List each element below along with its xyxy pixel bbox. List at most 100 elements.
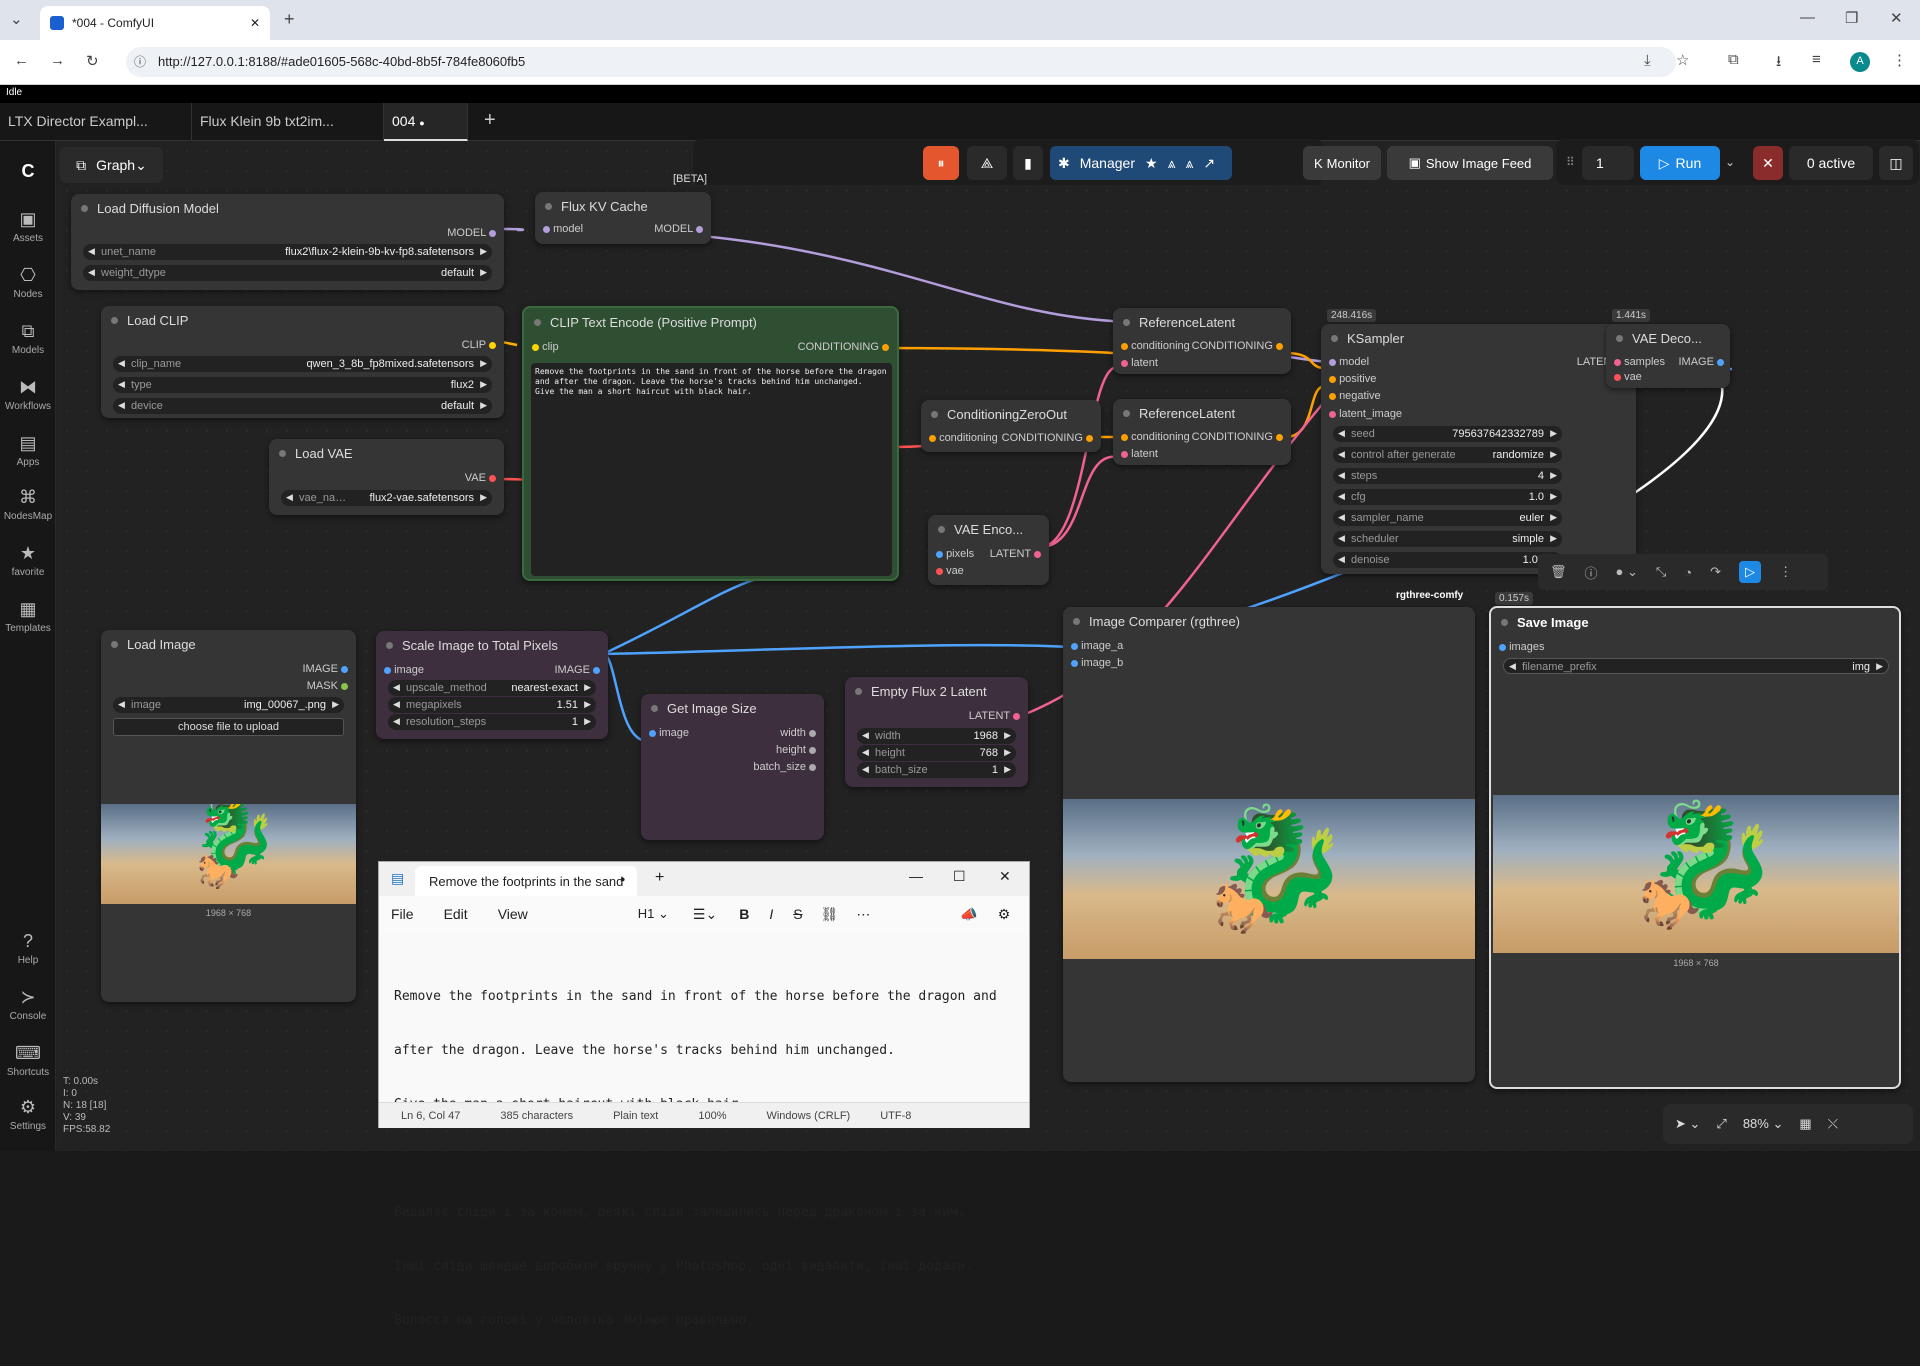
- input-latent-image[interactable]: latent_image: [1329, 408, 1402, 420]
- back-icon[interactable]: ←: [14, 52, 29, 69]
- output-image[interactable]: IMAGE: [1678, 356, 1724, 368]
- settings-gear-icon[interactable]: ⚙: [998, 906, 1011, 923]
- drag-handle-icon[interactable]: ⠿: [1566, 155, 1575, 169]
- widget-device[interactable]: device default: [113, 398, 492, 414]
- pause-button[interactable]: ⏸: [923, 146, 959, 180]
- menu-file[interactable]: File: [391, 906, 414, 922]
- output-conditioning[interactable]: CONDITIONING: [798, 341, 889, 353]
- italic-icon[interactable]: I: [769, 906, 773, 922]
- widget-seed[interactable]: seed 795637642332789: [1333, 426, 1562, 442]
- fit-view-icon[interactable]: ⤢: [1716, 1116, 1726, 1132]
- bookmark-button[interactable]: ▮: [1013, 146, 1043, 180]
- node-flux-kv-cache[interactable]: Flux KV Cache model MODEL: [535, 192, 711, 244]
- tab-search-icon[interactable]: ⌄: [10, 10, 23, 28]
- bold-icon[interactable]: B: [739, 906, 749, 922]
- widget-denoise[interactable]: denoise1.00: [1333, 552, 1562, 568]
- minimap-icon[interactable]: ▦: [1799, 1116, 1811, 1132]
- input-samples[interactable]: samples: [1614, 356, 1665, 368]
- close-icon[interactable]: ✕: [999, 868, 1011, 885]
- output-conditioning[interactable]: CONDITIONING: [1192, 431, 1283, 443]
- notepad-text-area[interactable]: Remove the footprints in the sand in fro…: [394, 952, 1019, 1366]
- hat2-icon[interactable]: ⩓: [1185, 155, 1193, 172]
- upload-button[interactable]: choose file to upload: [113, 718, 344, 736]
- node-empty-flux2-latent[interactable]: Empty Flux 2 Latent LATENT width 1968 hei…: [845, 677, 1028, 787]
- input-vae[interactable]: vae: [1614, 371, 1642, 383]
- cancel-button[interactable]: ✕: [1753, 146, 1783, 180]
- widget-height[interactable]: height 768: [857, 745, 1016, 761]
- output-image[interactable]: IMAGE: [554, 664, 600, 676]
- more-icon[interactable]: ⋮: [1779, 564, 1792, 580]
- url-field[interactable]: http://127.0.0.1:8188/#ade01605-568c-40b…: [126, 47, 1676, 77]
- widget-width[interactable]: width 1968: [857, 728, 1016, 744]
- node-image-comparer[interactable]: Image Comparer (rgthree) image_a image_b…: [1063, 607, 1475, 1082]
- output-conditioning[interactable]: CONDITIONING: [1002, 432, 1093, 444]
- input-conditioning[interactable]: conditioning: [1121, 340, 1190, 352]
- comparer-image[interactable]: 🐉 🐎: [1063, 799, 1475, 959]
- output-mask[interactable]: MASK: [307, 680, 348, 692]
- workflow-tab[interactable]: LTX Director Exampl...: [0, 103, 192, 141]
- node-save-image[interactable]: Save Image images filename_prefiximg 🐉🐎 …: [1489, 606, 1901, 1089]
- install-icon[interactable]: ⤓: [1644, 52, 1651, 69]
- output-clip[interactable]: CLIP: [462, 339, 496, 351]
- minimize-icon[interactable]: —: [1800, 9, 1815, 26]
- manager-group[interactable]: ✱ Manager ★ ⩓ ⩓ ↗: [1050, 146, 1232, 180]
- output-latent[interactable]: LATENT: [969, 710, 1020, 722]
- widget-scheduler[interactable]: scheduler simple: [1333, 531, 1562, 547]
- sidebar-item-workflows[interactable]: ⧓ Workflows: [0, 377, 56, 412]
- sidebar-item-assets[interactable]: ▣ Assets: [0, 209, 56, 244]
- list-icon[interactable]: ☰⌄: [693, 906, 717, 923]
- node-conditioning-zero-out[interactable]: ConditioningZeroOut conditioning CONDITI…: [921, 400, 1101, 452]
- widget-upscale-method[interactable]: upscale_method nearest-exact: [388, 680, 596, 696]
- output-image-preview[interactable]: 🐉 🐎: [1493, 795, 1899, 953]
- sidebar-item-console[interactable]: ≻ Console: [0, 987, 56, 1022]
- browser-tab[interactable]: *004 - ComfyUI ✕: [40, 6, 270, 40]
- bypass-icon[interactable]: ◔: [1684, 565, 1692, 580]
- node-load-image[interactable]: Load Image IMAGE MASK image img_00067_.pn…: [101, 630, 356, 1002]
- node-get-image-size[interactable]: Get Image Size image width height batch_…: [641, 694, 824, 840]
- maximize-icon[interactable]: ☐: [953, 868, 966, 885]
- heading-dropdown[interactable]: H1 ⌄: [638, 906, 669, 922]
- run-selected-icon[interactable]: ▷: [1739, 561, 1762, 583]
- more-icon[interactable]: ⋯: [856, 906, 870, 923]
- window-close-icon[interactable]: ✕: [1890, 9, 1903, 27]
- redo-icon[interactable]: ↷: [1710, 564, 1721, 580]
- output-width[interactable]: width: [780, 727, 816, 739]
- input-image-b[interactable]: image_b: [1071, 657, 1123, 669]
- link-icon[interactable]: ⛓: [821, 906, 839, 923]
- input-model[interactable]: model: [1329, 356, 1369, 368]
- input-images[interactable]: images: [1499, 641, 1545, 653]
- node-load-vae[interactable]: Load VAE VAE vae_na… flux2-vae.safetensor…: [269, 439, 504, 515]
- output-model[interactable]: MODEL: [447, 227, 496, 239]
- widget-sampler-name[interactable]: sampler_name euler: [1333, 510, 1562, 526]
- color-picker-icon[interactable]: ● ⌄: [1616, 564, 1638, 580]
- input-image[interactable]: image: [649, 727, 689, 739]
- minimize-icon[interactable]: —: [909, 868, 923, 884]
- image-feed-button[interactable]: ▣ Show Image Feed: [1387, 146, 1553, 180]
- output-batch-size[interactable]: batch_size: [753, 761, 816, 773]
- close-icon[interactable]: ✕: [250, 16, 260, 30]
- output-height[interactable]: height: [776, 744, 816, 756]
- active-queue-button[interactable]: 0 active: [1789, 146, 1873, 180]
- output-vae[interactable]: VAE: [465, 472, 496, 484]
- node-reference-latent[interactable]: ReferenceLatent conditioning latent COND…: [1113, 308, 1291, 374]
- star-icon[interactable]: ☆: [1676, 51, 1689, 69]
- comfy-logo-icon[interactable]: C: [0, 161, 56, 185]
- downloads-icon[interactable]: ⭳: [1776, 51, 1781, 76]
- site-info-icon[interactable]: ⓘ: [134, 53, 146, 70]
- input-negative[interactable]: negative: [1329, 390, 1381, 402]
- reload-icon[interactable]: ↻: [86, 52, 99, 70]
- hide-links-icon[interactable]: ⤬: [1828, 1116, 1838, 1132]
- widget-weight-dtype[interactable]: weight_dtype default: [83, 265, 492, 281]
- workflow-tab[interactable]: Flux Klein 9b txt2im...: [192, 103, 384, 141]
- widget-megapixels[interactable]: megapixels 1.51: [388, 697, 596, 713]
- monitor-button[interactable]: K Monitor: [1303, 146, 1381, 180]
- share-icon[interactable]: ↗: [1203, 155, 1215, 172]
- output-model[interactable]: MODEL: [654, 223, 703, 235]
- hat-icon[interactable]: ⩓: [1168, 155, 1176, 172]
- profile-avatar[interactable]: A: [1850, 52, 1870, 72]
- trash-icon[interactable]: 🗑: [1550, 564, 1567, 580]
- sidebar-item-templates[interactable]: ▦ Templates: [0, 599, 56, 634]
- info-icon[interactable]: ⓘ: [1585, 563, 1598, 582]
- input-vae[interactable]: vae: [936, 565, 964, 577]
- input-latent[interactable]: latent: [1121, 448, 1158, 460]
